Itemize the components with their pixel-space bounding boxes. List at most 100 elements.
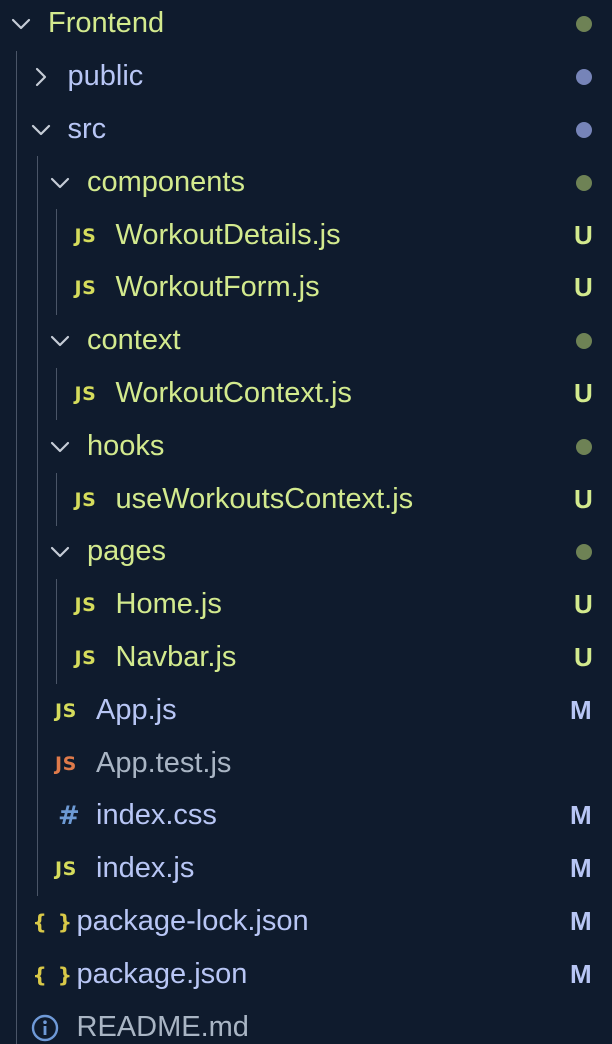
indent-guide [16,50,17,104]
javascript-file-icon: JS [55,858,77,881]
file-navbar-js[interactable]: JS Navbar.js U [0,631,612,685]
chevron-down-icon[interactable] [47,434,73,460]
indent-guide [16,578,17,632]
indent-guide [37,790,38,843]
indent-guide [56,262,57,315]
git-status-badge: M [570,694,592,725]
folder-label: Frontend [48,7,165,40]
indent-guide [37,156,38,210]
chevron-down-icon[interactable] [47,170,73,196]
indent-guide [56,631,57,685]
chevron-down-icon[interactable] [47,539,73,565]
javascript-file-icon: JS [55,699,77,722]
folder-frontend[interactable]: Frontend [0,0,612,51]
file-workoutcontext-js[interactable]: JS WorkoutContext.js U [0,367,612,421]
file-label: Home.js [115,588,222,621]
git-status-badge: M [570,853,592,884]
file-label: useWorkoutsContext.js [115,482,414,515]
file-package-lock-json[interactable]: { } package-lock.json M [0,895,612,949]
folder-components[interactable]: components [0,156,612,210]
indent-guide [16,1001,17,1044]
file-explorer-tree: Frontend public src components JS WorkoutDeta… [0,0,612,1044]
indent-guide [56,578,57,632]
git-status-badge: U [574,272,593,303]
css-file-icon: # [58,801,81,832]
indent-guide [37,473,38,526]
folder-hooks[interactable]: hooks [0,420,612,474]
indent-guide [37,314,38,368]
file-index-css[interactable]: # index.css M [0,790,612,843]
javascript-file-icon: JS [74,382,97,405]
file-label: README.md [76,1010,249,1043]
javascript-file-icon: JS [55,752,77,775]
chevron-down-icon[interactable] [8,11,34,37]
file-label: Navbar.js [115,640,237,673]
git-status-dot [576,121,592,138]
git-status-badge: U [574,377,593,408]
folder-label: src [67,112,107,145]
folder-label: components [87,165,245,198]
indent-guide [37,684,38,738]
indent-guide [16,473,17,526]
chevron-down-icon[interactable] [28,117,54,143]
file-label: index.css [96,799,217,832]
file-label: package.json [76,957,248,990]
indent-guide [37,526,38,579]
file-label: WorkoutForm.js [115,271,320,304]
indent-guide [16,209,17,262]
folder-label: public [67,60,144,93]
folder-label: pages [87,535,167,568]
file-readme-md[interactable]: README.md [0,1001,612,1044]
file-label: package-lock.json [76,904,309,937]
indent-guide [16,842,17,896]
file-label: App.js [96,693,177,726]
indent-guide [37,262,38,315]
json-file-icon: { } [32,962,74,987]
file-useworkoutscontext-js[interactable]: JS useWorkoutsContext.js U [0,473,612,526]
indent-guide [37,420,38,474]
javascript-file-icon: JS [74,488,97,511]
git-status-badge: U [574,641,593,672]
javascript-file-icon: JS [74,277,97,300]
folder-label: hooks [87,429,165,462]
indent-guide [37,578,38,632]
file-label: WorkoutContext.js [115,376,352,409]
file-index-js[interactable]: JS index.js M [0,842,612,896]
file-package-json[interactable]: { } package.json M [0,948,612,1002]
indent-guide [56,367,57,421]
chevron-right-icon[interactable] [28,64,54,90]
file-workoutdetails-js[interactable]: JS WorkoutDetails.js U [0,209,612,262]
indent-guide [16,156,17,210]
indent-guide [16,684,17,738]
file-label: index.js [96,852,195,885]
indent-guide [56,209,57,262]
file-app-test-js[interactable]: JS App.test.js [0,737,612,790]
git-status-badge: U [574,219,593,250]
folder-public[interactable]: public [0,50,612,104]
file-app-js[interactable]: JS App.js M [0,684,612,738]
indent-guide [16,367,17,421]
json-file-icon: { } [32,909,74,934]
file-workoutform-js[interactable]: JS WorkoutForm.js U [0,262,612,315]
folder-context[interactable]: context [0,314,612,368]
git-status-badge: M [570,958,592,989]
indent-guide [56,473,57,526]
javascript-file-icon: JS [74,646,97,669]
git-status-dot [576,544,592,561]
folder-src[interactable]: src [0,103,612,157]
git-status-dot [576,16,592,33]
info-icon [31,1014,59,1042]
git-status-dot [576,69,592,86]
indent-guide [16,895,17,949]
indent-guide [37,631,38,685]
indent-guide [16,790,17,843]
folder-pages[interactable]: pages [0,526,612,579]
indent-guide [37,209,38,262]
chevron-down-icon[interactable] [47,328,73,354]
file-home-js[interactable]: JS Home.js U [0,578,612,632]
indent-guide [16,526,17,579]
folder-label: context [87,324,181,357]
indent-guide [16,314,17,368]
git-status-dot [576,174,592,191]
indent-guide [16,262,17,315]
